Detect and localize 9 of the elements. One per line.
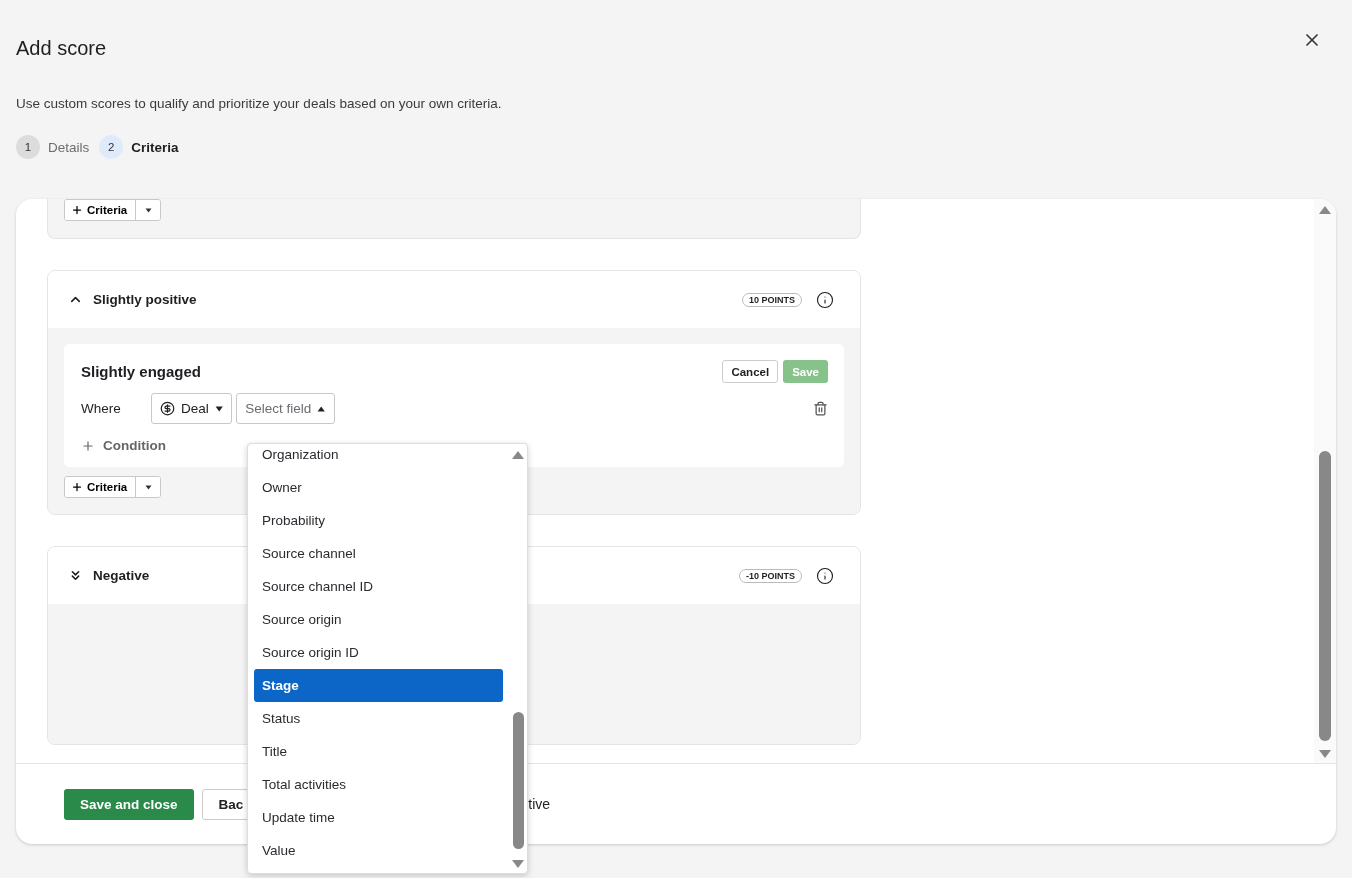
section-title: Slightly positive <box>93 292 197 307</box>
dialog-description: Use custom scores to qualify and prioritize your deals based on your own criteria. <box>16 96 503 111</box>
section-title: Negative <box>93 568 150 583</box>
dialog-title: Add score <box>16 36 107 60</box>
step-number: 2 <box>99 135 124 159</box>
criterion-title: Slightly engaged <box>81 363 201 380</box>
where-label: Where <box>81 401 122 416</box>
step-number: 1 <box>16 135 40 159</box>
footer-text: tive <box>528 796 551 812</box>
